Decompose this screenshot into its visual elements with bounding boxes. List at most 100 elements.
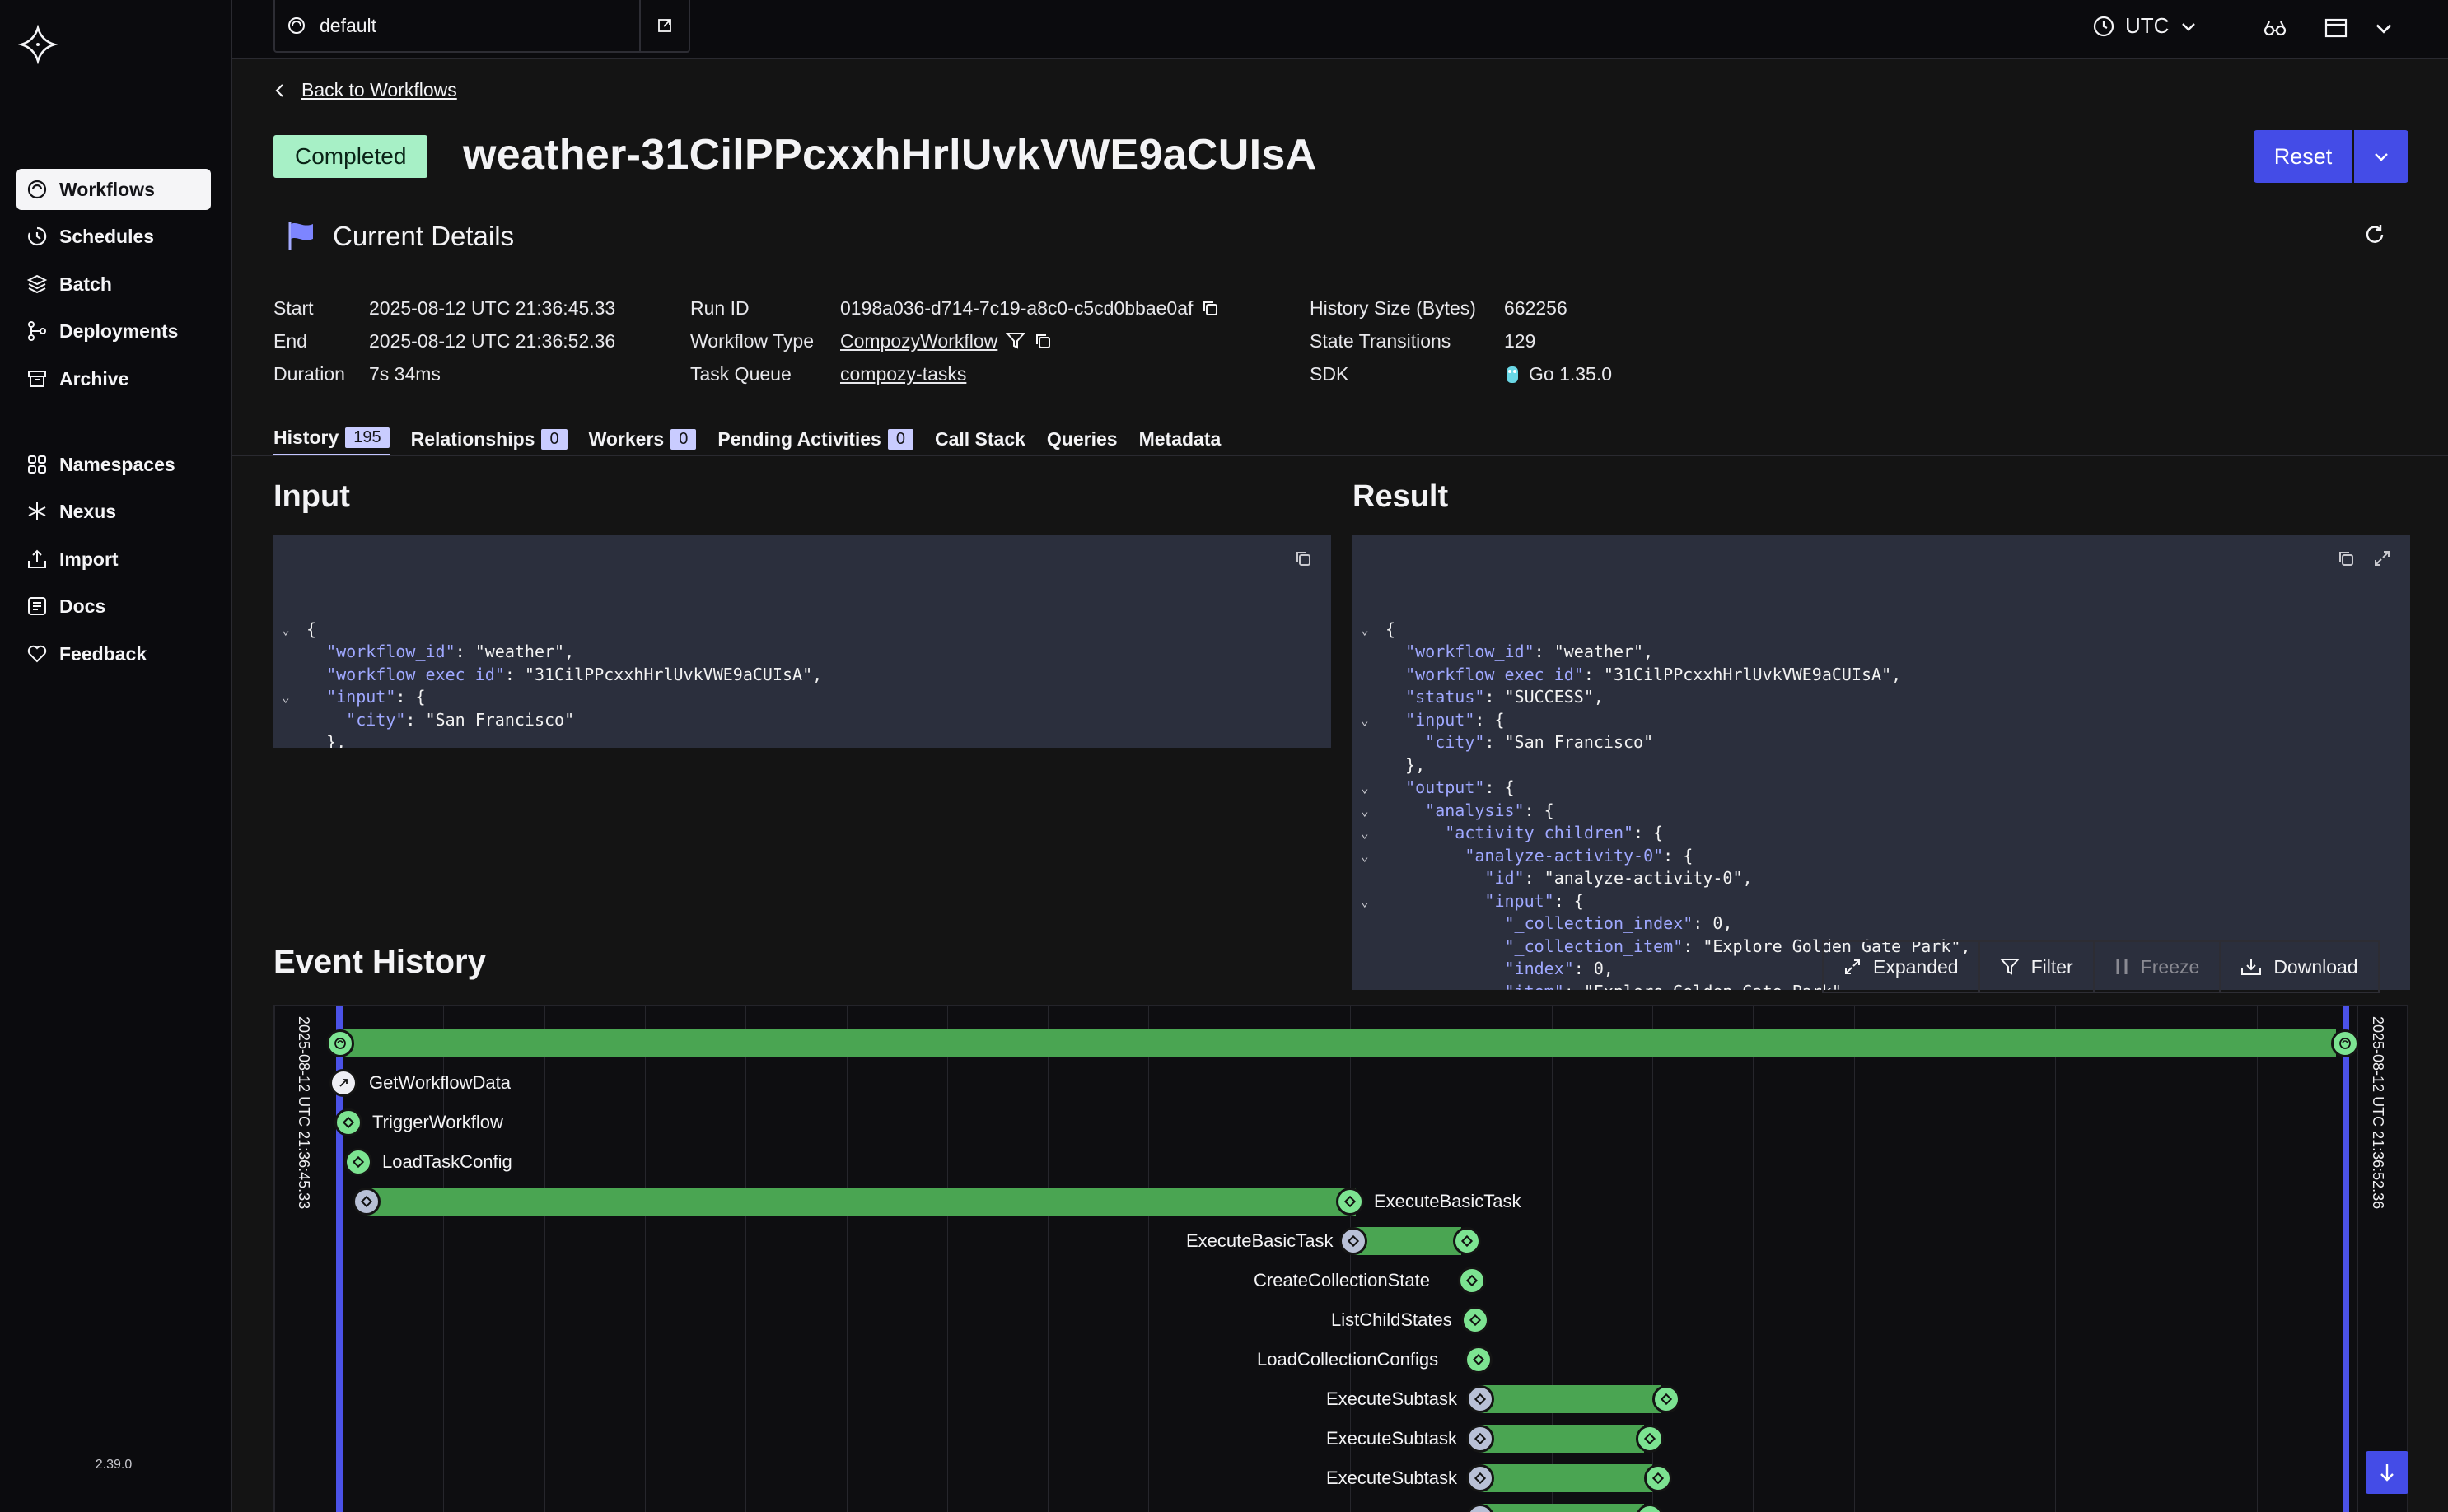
fold-toggle-icon[interactable]: ⌄	[1361, 822, 1369, 845]
activity-bar[interactable]	[367, 1188, 1356, 1216]
sidebar-item-deployments[interactable]: Deployments	[16, 310, 211, 352]
filter-icon[interactable]	[1006, 332, 1026, 350]
sidebar-item-archive[interactable]: Archive	[16, 358, 211, 399]
activity-bar[interactable]	[1479, 1425, 1644, 1453]
event-dot[interactable]	[1466, 1425, 1494, 1453]
event-dot[interactable]	[334, 1108, 362, 1136]
code-text: "workflow_id": "weather",	[326, 642, 575, 661]
filter-button[interactable]: Filter	[1980, 942, 2095, 992]
data-encoder-icon[interactable]	[2262, 15, 2288, 41]
tab-relationships[interactable]: Relationships 0	[411, 427, 568, 456]
reset-button[interactable]: Reset	[2254, 130, 2352, 183]
event-dot[interactable]	[1466, 1385, 1494, 1413]
back-to-workflows-link[interactable]: Back to Workflows	[273, 79, 457, 101]
event-label[interactable]: CreateCollectionState	[1254, 1270, 1430, 1291]
fold-toggle-icon[interactable]: ⌄	[1361, 845, 1369, 868]
event-label[interactable]: ExecuteSubtask	[1326, 1388, 1457, 1410]
refresh-icon[interactable]	[2362, 222, 2387, 247]
event-dot[interactable]	[1465, 1346, 1493, 1374]
event-label[interactable]: ExecuteSubtask	[1326, 1468, 1457, 1489]
tab-queries[interactable]: Queries	[1047, 427, 1118, 456]
fold-toggle-icon[interactable]: ⌄	[282, 618, 290, 642]
event-dot[interactable]	[1458, 1267, 1486, 1295]
chevron-down-icon	[2375, 153, 2388, 161]
event-label[interactable]: ExecuteBasicTask	[1374, 1191, 1521, 1212]
sidebar-item-docs[interactable]: Docs	[16, 586, 211, 627]
fold-toggle-icon[interactable]: ⌄	[1361, 709, 1369, 732]
sidebar-item-import[interactable]: Import	[16, 539, 211, 580]
event-dot[interactable]	[1339, 1227, 1367, 1255]
event-label[interactable]: GetWorkflowData	[369, 1072, 511, 1094]
event-dot[interactable]	[1466, 1464, 1494, 1492]
fold-toggle-icon[interactable]: ⌄	[1361, 618, 1369, 642]
event-dot[interactable]	[1336, 1188, 1364, 1216]
event-label[interactable]: ListChildStates	[1331, 1309, 1452, 1331]
task-queue-link[interactable]: compozy-tasks	[840, 357, 966, 390]
freeze-button[interactable]: Freeze	[2095, 942, 2221, 992]
sidebar-item-schedules[interactable]: Schedules	[16, 216, 211, 257]
heart-icon	[27, 645, 47, 663]
event-dot[interactable]	[1461, 1306, 1489, 1334]
tab-workers[interactable]: Workers 0	[589, 427, 697, 456]
sidebar-item-workflows[interactable]: Workflows	[16, 169, 211, 210]
input-title: Input	[273, 479, 350, 514]
calendar-view-icon[interactable]	[2323, 15, 2349, 41]
download-button[interactable]: Download	[2221, 942, 2377, 992]
activity-bar[interactable]	[1479, 1504, 1644, 1512]
tab-label: Metadata	[1138, 427, 1222, 450]
workflow-end-dot[interactable]	[2331, 1029, 2359, 1057]
expand-icon[interactable]	[2372, 548, 2392, 568]
event-label[interactable]: ExecuteBasicTask	[1186, 1230, 1334, 1252]
copy-icon[interactable]	[1293, 548, 1313, 568]
copy-icon[interactable]	[2336, 548, 2356, 568]
input-code-viewer[interactable]: ⌄{ "workflow_id": "weather", "workflow_e…	[273, 535, 1331, 748]
event-dot[interactable]	[1453, 1227, 1481, 1255]
sidebar-item-label: Workflows	[59, 178, 155, 200]
activity-bar[interactable]	[1354, 1227, 1461, 1255]
event-timeline[interactable]: 2025-08-12 UTC 21:36:45.33 2025-08-12 UT…	[273, 1005, 2408, 1512]
activity-bar[interactable]	[1479, 1385, 1661, 1413]
workflow-start-dot[interactable]	[326, 1029, 354, 1057]
sidebar-item-batch[interactable]: Batch	[16, 264, 211, 305]
tab-call-stack[interactable]: Call Stack	[935, 427, 1025, 456]
fold-toggle-icon[interactable]: ⌄	[1361, 800, 1369, 823]
fold-toggle-icon[interactable]: ⌄	[1361, 890, 1369, 913]
sidebar-item-feedback[interactable]: Feedback	[16, 633, 211, 674]
workflow-type-link[interactable]: CompozyWorkflow	[840, 324, 997, 357]
scroll-to-bottom-button[interactable]	[2366, 1451, 2408, 1494]
event-dot[interactable]	[1636, 1425, 1664, 1453]
event-dot[interactable]	[344, 1148, 372, 1176]
sidebar-item-nexus[interactable]: Nexus	[16, 491, 211, 532]
timezone-selector[interactable]: UTC	[2092, 13, 2198, 39]
sidebar-item-namespaces[interactable]: Namespaces	[16, 444, 211, 485]
event-dot[interactable]	[1652, 1385, 1680, 1413]
tab-history[interactable]: History 195	[273, 427, 390, 456]
tab-pending-activities[interactable]: Pending Activities 0	[717, 427, 913, 456]
timeline-gridline	[544, 1006, 545, 1512]
event-label[interactable]: LoadTaskConfig	[382, 1151, 512, 1173]
event-label[interactable]: TriggerWorkflow	[372, 1112, 503, 1133]
copy-icon[interactable]	[1201, 299, 1219, 317]
activity-bar[interactable]	[1479, 1464, 1652, 1492]
temporal-logo-icon[interactable]	[18, 25, 58, 64]
event-label[interactable]: ExecuteSubtask	[1326, 1428, 1457, 1449]
namespace-switcher[interactable]: default	[275, 15, 639, 37]
chevron-down-icon[interactable]	[2372, 16, 2395, 40]
reset-options-button[interactable]	[2354, 130, 2408, 183]
fold-toggle-icon[interactable]: ⌄	[282, 686, 290, 709]
workflow-execution-bar[interactable]	[343, 1029, 2336, 1057]
fold-toggle-icon[interactable]: ⌄	[1361, 777, 1369, 800]
copy-icon[interactable]	[1034, 332, 1052, 350]
event-dot[interactable]	[329, 1069, 357, 1097]
event-label[interactable]: LoadCollectionConfigs	[1257, 1349, 1438, 1370]
code-text: "workflow_exec_id": "31CilPPcxxhHrlUvkVW…	[326, 664, 823, 684]
code-line: "workflow_id": "weather",	[306, 641, 1331, 664]
event-dot[interactable]	[1644, 1464, 1672, 1492]
tab-metadata[interactable]: Metadata	[1139, 427, 1222, 456]
result-code-viewer[interactable]: ⌄{ "workflow_id": "weather", "workflow_e…	[1352, 535, 2410, 990]
open-namespace-button[interactable]	[639, 0, 689, 51]
namespace-selector[interactable]: default	[273, 0, 690, 53]
code-line: "city": "San Francisco"	[1385, 731, 2410, 754]
expanded-button[interactable]: Expanded	[1824, 942, 1980, 992]
event-dot[interactable]	[353, 1188, 381, 1216]
